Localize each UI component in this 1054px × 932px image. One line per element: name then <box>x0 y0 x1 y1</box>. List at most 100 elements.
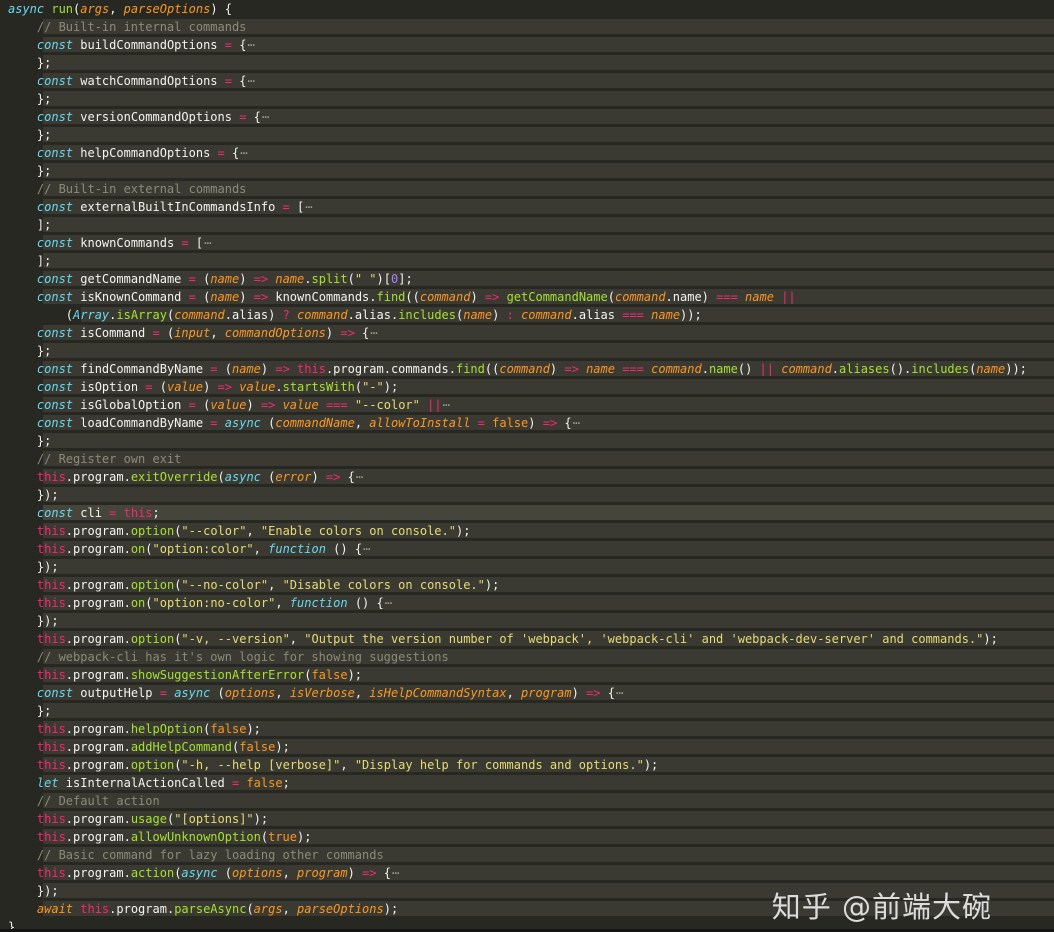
code-line[interactable]: }; <box>0 90 1054 108</box>
code-line[interactable]: const outputHelp = async (options, isVer… <box>0 684 1054 702</box>
fold-ellipsis-icon[interactable]: ⋯ <box>362 542 371 556</box>
code-token: { <box>340 470 354 484</box>
code-line[interactable]: const isGlobalOption = (value) => value … <box>0 396 1054 414</box>
code-line[interactable]: }; <box>0 702 1054 720</box>
code-token: = <box>225 74 232 88</box>
fold-ellipsis-icon[interactable]: ⋯ <box>384 596 393 610</box>
code-line[interactable]: const cli = this; <box>0 504 1054 522</box>
code-token: . <box>275 380 282 394</box>
fold-ellipsis-icon[interactable]: ⋯ <box>572 416 581 430</box>
code-token: "Display help for commands and options." <box>355 758 644 772</box>
code-token: isInternalActionCalled <box>66 776 232 790</box>
code-line[interactable]: this.program.addHelpCommand(false); <box>0 738 1054 756</box>
fold-ellipsis-icon[interactable]: ⋯ <box>246 38 255 52</box>
code-token: { <box>601 686 615 700</box>
code-line[interactable]: const isKnownCommand = (name) => knownCo… <box>0 288 1054 306</box>
code-token: ) <box>311 470 325 484</box>
code-line[interactable]: const findCommandByName = (name) => this… <box>0 360 1054 378</box>
code-token: , <box>268 578 282 592</box>
code-line[interactable]: const isOption = (value) => value.starts… <box>0 378 1054 396</box>
code-token: true <box>268 830 297 844</box>
code-line[interactable]: // Built-in internal commands <box>0 18 1054 36</box>
fold-ellipsis-icon[interactable]: ⋯ <box>615 686 624 700</box>
code-token: const <box>37 200 80 214</box>
code-token: addHelpCommand <box>131 740 232 754</box>
code-token: => <box>564 362 578 376</box>
code-area[interactable]: async run(args, parseOptions) {// Built-… <box>0 0 1054 932</box>
code-line[interactable]: }; <box>0 432 1054 450</box>
code-line[interactable]: }; <box>0 126 1054 144</box>
code-line[interactable]: let isInternalActionCalled = false; <box>0 774 1054 792</box>
code-token: command <box>420 290 471 304</box>
code-line[interactable]: this.program.showSuggestionAfterError(fa… <box>0 666 1054 684</box>
code-line[interactable]: this.program.option("--color", "Enable c… <box>0 522 1054 540</box>
code-token: aliases <box>839 362 890 376</box>
fold-ellipsis-icon[interactable]: ⋯ <box>304 200 313 214</box>
fold-ellipsis-icon[interactable]: ⋯ <box>391 866 400 880</box>
code-line[interactable]: }; <box>0 342 1054 360</box>
fold-ellipsis-icon[interactable]: ⋯ <box>442 398 451 412</box>
code-line[interactable]: const externalBuiltInCommandsInfo = [⋯ <box>0 198 1054 216</box>
code-line[interactable]: // Default action <box>0 792 1054 810</box>
code-line[interactable]: const knownCommands = [⋯ <box>0 234 1054 252</box>
code-line[interactable]: }); <box>0 486 1054 504</box>
code-line[interactable]: this.program.option("-v, --version", "Ou… <box>0 630 1054 648</box>
code-token: async <box>225 416 261 430</box>
code-token: = <box>283 200 290 214</box>
code-line[interactable]: }; <box>0 54 1054 72</box>
code-line[interactable]: this.program.on("option:no-color", funct… <box>0 594 1054 612</box>
code-line[interactable]: ]; <box>0 216 1054 234</box>
code-line[interactable]: const versionCommandOptions = {⋯ <box>0 108 1054 126</box>
code-line[interactable]: this.program.option("--no-color", "Disab… <box>0 576 1054 594</box>
code-line[interactable]: }); <box>0 612 1054 630</box>
code-token: ); <box>384 380 398 394</box>
code-line[interactable]: const buildCommandOptions = {⋯ <box>0 36 1054 54</box>
code-token: getCommandName <box>80 272 188 286</box>
code-line[interactable]: this.program.option("-h, --help [verbose… <box>0 756 1054 774</box>
code-line[interactable]: const getCommandName = (name) => name.sp… <box>0 270 1054 288</box>
code-token: === <box>326 398 348 412</box>
code-line[interactable]: this.program.helpOption(false); <box>0 720 1054 738</box>
code-line[interactable]: const watchCommandOptions = {⋯ <box>0 72 1054 90</box>
code-token <box>579 362 586 376</box>
fold-ellipsis-icon[interactable]: ⋯ <box>246 74 255 88</box>
code-token: false <box>239 740 275 754</box>
code-token: ( <box>210 686 224 700</box>
code-line[interactable]: const helpCommandOptions = {⋯ <box>0 144 1054 162</box>
code-line-text: this.program.action(async (options, prog… <box>0 864 1054 882</box>
code-token: command <box>651 362 702 376</box>
code-line[interactable]: this.program.exitOverride(async (error) … <box>0 468 1054 486</box>
code-line[interactable]: this.program.usage("[options]"); <box>0 810 1054 828</box>
code-line[interactable]: const loadCommandByName = async (command… <box>0 414 1054 432</box>
code-token: this <box>297 362 326 376</box>
fold-ellipsis-icon[interactable]: ⋯ <box>261 110 270 124</box>
code-token: => <box>362 866 376 880</box>
code-line[interactable]: // Basic command for lazy loading other … <box>0 846 1054 864</box>
code-token: findCommandByName <box>80 362 210 376</box>
code-line[interactable]: async run(args, parseOptions) { <box>0 0 1054 18</box>
code-token: ) <box>239 290 253 304</box>
fold-ellipsis-icon[interactable]: ⋯ <box>203 236 212 250</box>
fold-ellipsis-icon[interactable]: ⋯ <box>355 470 364 484</box>
code-line[interactable]: const isCommand = (input, commandOptions… <box>0 324 1054 342</box>
code-token: .program.commands. <box>326 362 456 376</box>
code-line[interactable]: }; <box>0 162 1054 180</box>
code-line[interactable]: }); <box>0 558 1054 576</box>
fold-ellipsis-icon[interactable]: ⋯ <box>239 146 248 160</box>
code-token: .alias) <box>225 308 283 322</box>
fold-ellipsis-icon[interactable]: ⋯ <box>369 326 378 340</box>
code-token: .program. <box>66 632 131 646</box>
code-line[interactable]: // webpack-cli has it's own logic for sh… <box>0 648 1054 666</box>
code-line[interactable]: this.program.on("option:color", function… <box>0 540 1054 558</box>
code-line[interactable]: this.program.allowUnknownOption(true); <box>0 828 1054 846</box>
code-line-text: }; <box>0 54 1054 72</box>
code-line[interactable]: ]; <box>0 252 1054 270</box>
code-token: "[options]" <box>174 812 253 826</box>
code-token: ( <box>261 416 275 430</box>
code-line[interactable]: (Array.isArray(command.alias) ? command.… <box>0 306 1054 324</box>
code-token: startsWith <box>283 380 355 394</box>
code-line[interactable]: this.program.action(async (options, prog… <box>0 864 1054 882</box>
code-token: // Built-in external commands <box>37 182 247 196</box>
code-line[interactable]: // Built-in external commands <box>0 180 1054 198</box>
code-line[interactable]: // Register own exit <box>0 450 1054 468</box>
